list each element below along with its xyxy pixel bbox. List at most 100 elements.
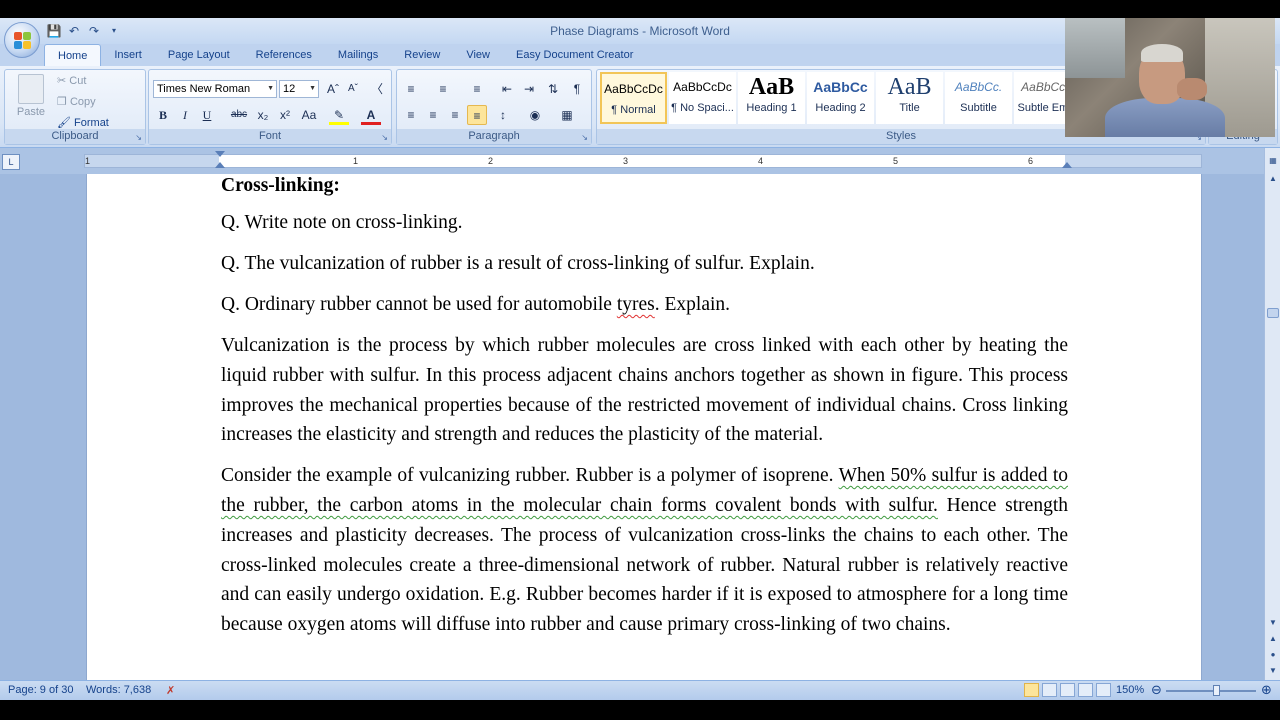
- align-left-icon[interactable]: ≡: [401, 105, 421, 125]
- paragraph-vulcanization: Vulcanization is the process by which ru…: [221, 335, 1068, 446]
- ruler-view-icon[interactable]: ▦: [1266, 154, 1280, 168]
- print-layout-view-icon[interactable]: [1024, 683, 1039, 697]
- ruler-number: 6: [1028, 156, 1034, 166]
- screen: 💾 ↶ ↷ ▾ Phase Diagrams - Microsoft Word …: [0, 0, 1280, 720]
- question-1: Q. Write note on cross-linking.: [221, 212, 463, 233]
- tab-view[interactable]: View: [453, 44, 503, 66]
- tab-review[interactable]: Review: [391, 44, 453, 66]
- multilevel-list-icon[interactable]: ≡: [467, 79, 487, 99]
- zoom-in-icon[interactable]: ⊕: [1261, 682, 1272, 698]
- next-page-icon[interactable]: ▼: [1266, 664, 1280, 678]
- full-screen-reading-icon[interactable]: [1042, 683, 1057, 697]
- word-count[interactable]: Words: 7,638: [86, 684, 151, 696]
- style-name: Title: [899, 102, 920, 114]
- sort-icon[interactable]: ⇅: [543, 79, 563, 99]
- paragraph-example: Consider the example of vulcanizing rubb…: [221, 461, 1068, 640]
- style-normal[interactable]: AaBbCcDc ¶ Normal: [600, 72, 667, 124]
- document-content[interactable]: Cross-linking: Q. Write note on cross-li…: [221, 174, 1068, 651]
- ruler-bar: L 1 1 2 3 4 5 6: [0, 148, 1280, 174]
- first-line-indent-marker[interactable]: [215, 151, 225, 157]
- style-subtitle[interactable]: AaBbCc. Subtitle: [945, 72, 1012, 124]
- change-case-icon[interactable]: Aa: [299, 105, 319, 125]
- style-name: ¶ Normal: [611, 104, 656, 116]
- previous-page-icon[interactable]: ▲: [1266, 632, 1280, 646]
- browse-object-icon[interactable]: ●: [1266, 648, 1280, 662]
- right-indent-marker[interactable]: [1062, 162, 1072, 168]
- font-size-combo[interactable]: 12 ▼: [279, 80, 319, 98]
- scrollbar-thumb[interactable]: [1267, 308, 1279, 318]
- copy-button[interactable]: ❐ Copy: [57, 95, 96, 108]
- style-heading-1[interactable]: AaB Heading 1: [738, 72, 805, 124]
- align-center-icon[interactable]: ≡: [423, 105, 443, 125]
- clipboard-launcher-icon[interactable]: ↘: [135, 133, 142, 142]
- font-name-combo[interactable]: Times New Roman ▼: [153, 80, 277, 98]
- scroll-down-icon[interactable]: ▼: [1266, 616, 1280, 630]
- tab-insert[interactable]: Insert: [101, 44, 155, 66]
- italic-icon[interactable]: I: [175, 105, 195, 125]
- font-color-icon[interactable]: A: [361, 105, 381, 125]
- scroll-up-icon[interactable]: ▲: [1266, 172, 1280, 186]
- page-count[interactable]: Page: 9 of 30: [8, 684, 73, 696]
- paragraph-group: ≡ ≡ ≡ ⇤ ⇥ ⇅ ¶ ≡ ≡ ≡ ≡ ↕ ◉ ▦ Paragraph ↘: [396, 69, 592, 145]
- style-heading-2[interactable]: AaBbCc Heading 2: [807, 72, 874, 124]
- spelling-flagged-word[interactable]: tyres: [617, 294, 655, 315]
- bold-icon[interactable]: B: [153, 105, 173, 125]
- style-no-spacing[interactable]: AaBbCcDc ¶ No Spaci...: [669, 72, 736, 124]
- subscript-icon[interactable]: x₂: [253, 105, 273, 125]
- pilcrow-icon[interactable]: ¶: [567, 79, 587, 99]
- bullets-icon[interactable]: ≡: [401, 79, 421, 99]
- style-title[interactable]: AaB Title: [876, 72, 943, 124]
- strikethrough-icon[interactable]: abc: [229, 105, 249, 125]
- underline-icon[interactable]: U: [197, 105, 217, 125]
- font-launcher-icon[interactable]: ↘: [381, 133, 388, 142]
- clear-formatting-icon[interactable]: 〈: [367, 79, 387, 99]
- shading-icon[interactable]: ◉: [525, 105, 545, 125]
- highlight-icon[interactable]: ✎: [329, 105, 349, 125]
- font-name-value: Times New Roman: [157, 83, 251, 95]
- left-indent-marker[interactable]: [215, 162, 225, 168]
- document-area[interactable]: Cross-linking: Q. Write note on cross-li…: [0, 174, 1264, 680]
- draft-view-icon[interactable]: [1096, 683, 1111, 697]
- paste-button[interactable]: Paste: [13, 74, 49, 118]
- borders-icon[interactable]: ▦: [557, 105, 577, 125]
- cut-button[interactable]: ✂ Cut: [57, 74, 86, 87]
- ruler-number: 1: [85, 156, 91, 166]
- web-layout-view-icon[interactable]: [1060, 683, 1075, 697]
- office-button[interactable]: [4, 22, 40, 58]
- grow-font-icon[interactable]: Aˆ: [323, 79, 343, 99]
- tab-mailings[interactable]: Mailings: [325, 44, 391, 66]
- tab-stop-selector[interactable]: L: [2, 154, 20, 170]
- shrink-font-icon[interactable]: Aˇ: [343, 79, 363, 99]
- zoom-level[interactable]: 150%: [1116, 684, 1144, 696]
- tab-home[interactable]: Home: [44, 44, 102, 66]
- paragraph-launcher-icon[interactable]: ↘: [581, 133, 588, 142]
- align-right-icon[interactable]: ≡: [445, 105, 465, 125]
- horizontal-ruler[interactable]: 1 1 2 3 4 5 6: [84, 151, 1202, 168]
- copy-icon: ❐: [57, 96, 67, 108]
- zoom-slider-thumb[interactable]: [1213, 685, 1220, 696]
- style-name: Heading 1: [746, 102, 797, 114]
- numbering-icon[interactable]: ≡: [433, 79, 453, 99]
- copy-label: Copy: [69, 96, 96, 108]
- decrease-indent-icon[interactable]: ⇤: [497, 79, 517, 99]
- tab-page-layout[interactable]: Page Layout: [155, 44, 243, 66]
- view-buttons: [1024, 683, 1111, 697]
- zoom-slider[interactable]: [1166, 690, 1256, 692]
- proofing-error-icon[interactable]: ✗: [166, 684, 175, 697]
- justify-icon[interactable]: ≡: [467, 105, 487, 125]
- tab-references[interactable]: References: [243, 44, 325, 66]
- superscript-icon[interactable]: x²: [275, 105, 295, 125]
- webcam-window-bg: [1065, 18, 1125, 78]
- question-2: Q. The vulcanization of rubber is a resu…: [221, 253, 815, 274]
- line-spacing-icon[interactable]: ↕: [493, 105, 513, 125]
- question-3-end: . Explain.: [654, 294, 731, 315]
- outline-view-icon[interactable]: [1078, 683, 1093, 697]
- zoom-out-icon[interactable]: ⊖: [1151, 682, 1162, 698]
- font-group: Times New Roman ▼ 12 ▼ Aˆ Aˇ 〈 B I U abc x…: [148, 69, 392, 145]
- tab-easy-document-creator[interactable]: Easy Document Creator: [503, 44, 646, 66]
- vertical-scrollbar[interactable]: ▦ ▲ ▼ ▲ ● ▼: [1264, 148, 1280, 680]
- increase-indent-icon[interactable]: ⇥: [519, 79, 539, 99]
- webcam-person-hand: [1177, 78, 1207, 100]
- document-page[interactable]: Cross-linking: Q. Write note on cross-li…: [86, 174, 1202, 680]
- style-name: Subtitle: [960, 102, 997, 114]
